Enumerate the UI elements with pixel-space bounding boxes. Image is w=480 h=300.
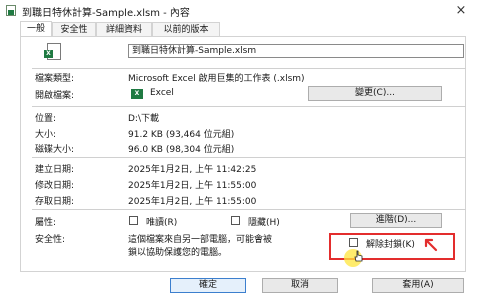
file-name-field[interactable]: 到職日特休計算-Sample.xlsm: [128, 44, 464, 58]
size-label: 大小:: [35, 130, 57, 140]
excel-app-icon: X: [131, 89, 143, 99]
divider: [32, 209, 466, 210]
security-text-line2: 鎖以協助保護您的電腦。: [128, 248, 228, 258]
advanced-button[interactable]: 進階(D)...: [350, 213, 442, 228]
attributes-label: 屬性:: [35, 218, 57, 228]
location-value: D:\下載: [128, 114, 159, 124]
tab-details[interactable]: 詳細資料: [96, 22, 152, 37]
excel-file-icon: X: [44, 43, 61, 60]
close-button[interactable]: ×: [452, 2, 470, 20]
hand-cursor-icon: [354, 250, 363, 262]
opens-with-value: Excel: [150, 88, 174, 98]
opens-with-label: 開啟檔案:: [35, 91, 75, 101]
title-bar: 到職日特休計算-Sample.xlsm - 內容 ×: [0, 0, 480, 22]
readonly-label: 唯讀(R): [146, 218, 178, 228]
size-on-disk-value: 96.0 KB (98,304 位元組): [128, 145, 235, 155]
divider: [32, 106, 466, 107]
change-button[interactable]: 變更(C)...: [308, 86, 442, 101]
location-label: 位置:: [35, 114, 57, 124]
divider: [32, 157, 466, 158]
size-on-disk-label: 磁碟大小:: [35, 145, 75, 155]
unblock-checkbox[interactable]: [349, 238, 358, 247]
unblock-label[interactable]: 解除封鎖(K): [366, 237, 415, 250]
modified-label: 修改日期:: [35, 181, 75, 191]
tab-previous-versions[interactable]: 以前的版本: [152, 22, 220, 37]
red-arrow-icon: [424, 238, 438, 252]
security-text-line1: 這個檔案來自另一部電腦，可能會被: [128, 235, 273, 245]
accessed-value: 2025年1月2日, 上午 11:55:00: [128, 197, 257, 207]
modified-value: 2025年1月2日, 上午 11:55:00: [128, 181, 257, 191]
security-label: 安全性:: [35, 235, 66, 245]
type-value: Microsoft Excel 啟用巨集的工作表 (.xlsm): [128, 74, 305, 84]
apply-button[interactable]: 套用(A): [372, 278, 464, 293]
file-properties-icon: [6, 5, 16, 16]
size-value: 91.2 KB (93,464 位元組): [128, 130, 235, 140]
hidden-label: 隱藏(H): [248, 218, 280, 228]
hidden-checkbox[interactable]: [231, 216, 240, 225]
created-label: 建立日期:: [35, 165, 75, 175]
created-value: 2025年1月2日, 上午 11:42:25: [128, 165, 257, 175]
accessed-label: 存取日期:: [35, 197, 75, 207]
window-title: 到職日特休計算-Sample.xlsm - 內容: [22, 8, 190, 19]
type-label: 檔案類型:: [35, 74, 75, 84]
ok-button[interactable]: 確定: [170, 278, 246, 293]
readonly-checkbox[interactable]: [129, 216, 138, 225]
divider: [32, 68, 466, 69]
tab-security[interactable]: 安全性: [52, 22, 96, 37]
cancel-button[interactable]: 取消: [262, 278, 338, 293]
